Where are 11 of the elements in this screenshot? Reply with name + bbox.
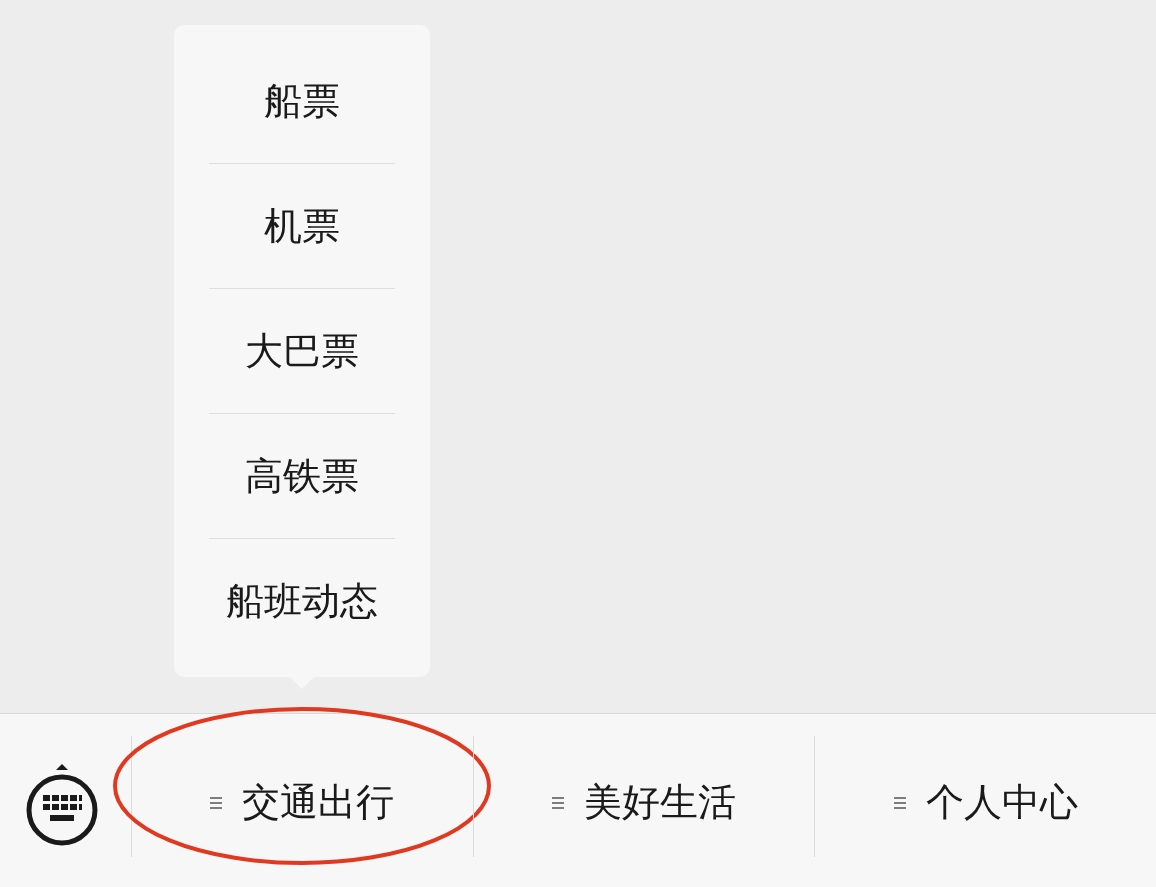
- menu-lines-icon: [210, 795, 223, 810]
- submenu-item[interactable]: 机票: [254, 164, 350, 288]
- submenu-item[interactable]: 船班动态: [216, 539, 388, 663]
- submenu-item[interactable]: 高铁票: [235, 414, 369, 538]
- submenu-item[interactable]: 大巴票: [235, 289, 369, 413]
- keyboard-icon[interactable]: [25, 761, 98, 846]
- submenu-item[interactable]: 船票: [254, 39, 350, 163]
- menu-lines-icon: [893, 795, 906, 810]
- menu-tab[interactable]: 美好生活: [538, 767, 750, 838]
- menu-lines-icon: [552, 795, 564, 810]
- menu-tab[interactable]: 个人中心: [879, 767, 1092, 838]
